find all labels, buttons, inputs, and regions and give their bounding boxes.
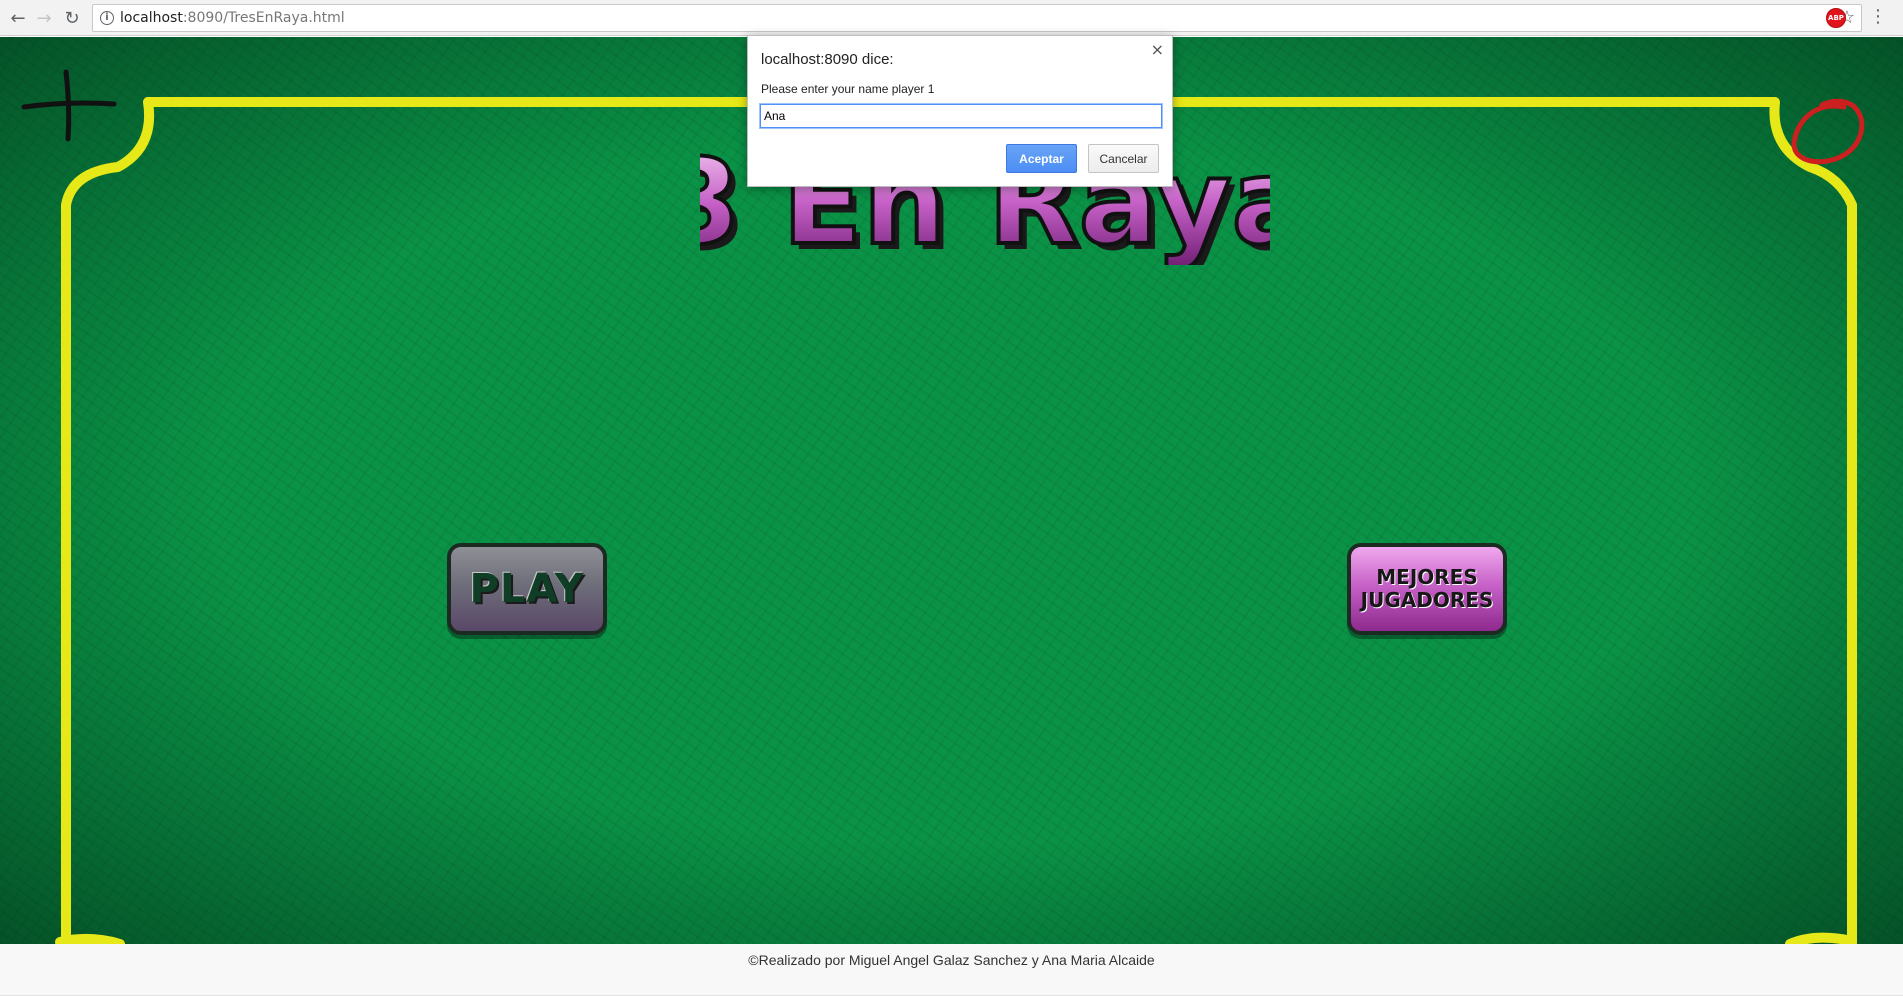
address-bar[interactable]: i localhost:8090/TresEnRaya.html ☆ [92,4,1862,32]
dialog-message: Please enter your name player 1 [761,82,935,96]
info-icon[interactable]: i [100,11,114,25]
play-button[interactable]: PLAY [447,543,607,635]
player-name-input[interactable] [759,103,1163,129]
close-icon[interactable]: × [1151,40,1164,59]
back-icon[interactable]: ← [6,6,30,30]
browser-toolbar: ← → ↻ i localhost:8090/TresEnRaya.html ☆… [0,0,1903,36]
dialog-title: localhost:8090 dice: [761,51,894,68]
url-path: :8090/TresEnRaya.html [182,10,345,26]
url-host: localhost [120,10,183,26]
forward-icon[interactable]: → [32,6,56,30]
best-players-line1: MEJORES [1376,565,1478,589]
cross-icon [21,69,117,142]
play-button-label: PLAY [469,566,585,612]
cancel-button[interactable]: Cancelar [1088,144,1159,173]
circle-icon [1791,98,1865,165]
best-players-label: MEJORES JUGADORES [1361,566,1494,612]
prompt-dialog: localhost:8090 dice: × Please enter your… [747,35,1173,187]
reload-icon[interactable]: ↻ [60,6,84,30]
page-footer: ©Realizado por Miguel Angel Galaz Sanche… [0,944,1903,996]
accept-button[interactable]: Aceptar [1006,144,1077,173]
url-text[interactable]: localhost:8090/TresEnRaya.html [120,10,345,26]
best-players-line2: JUGADORES [1360,588,1494,612]
browser-menu-icon[interactable]: ⋮ [1866,6,1890,30]
adblock-icon[interactable]: ABP [1826,8,1846,28]
best-players-button[interactable]: MEJORES JUGADORES [1347,543,1507,635]
footer-credits: ©Realizado por Miguel Angel Galaz Sanche… [748,952,1155,968]
